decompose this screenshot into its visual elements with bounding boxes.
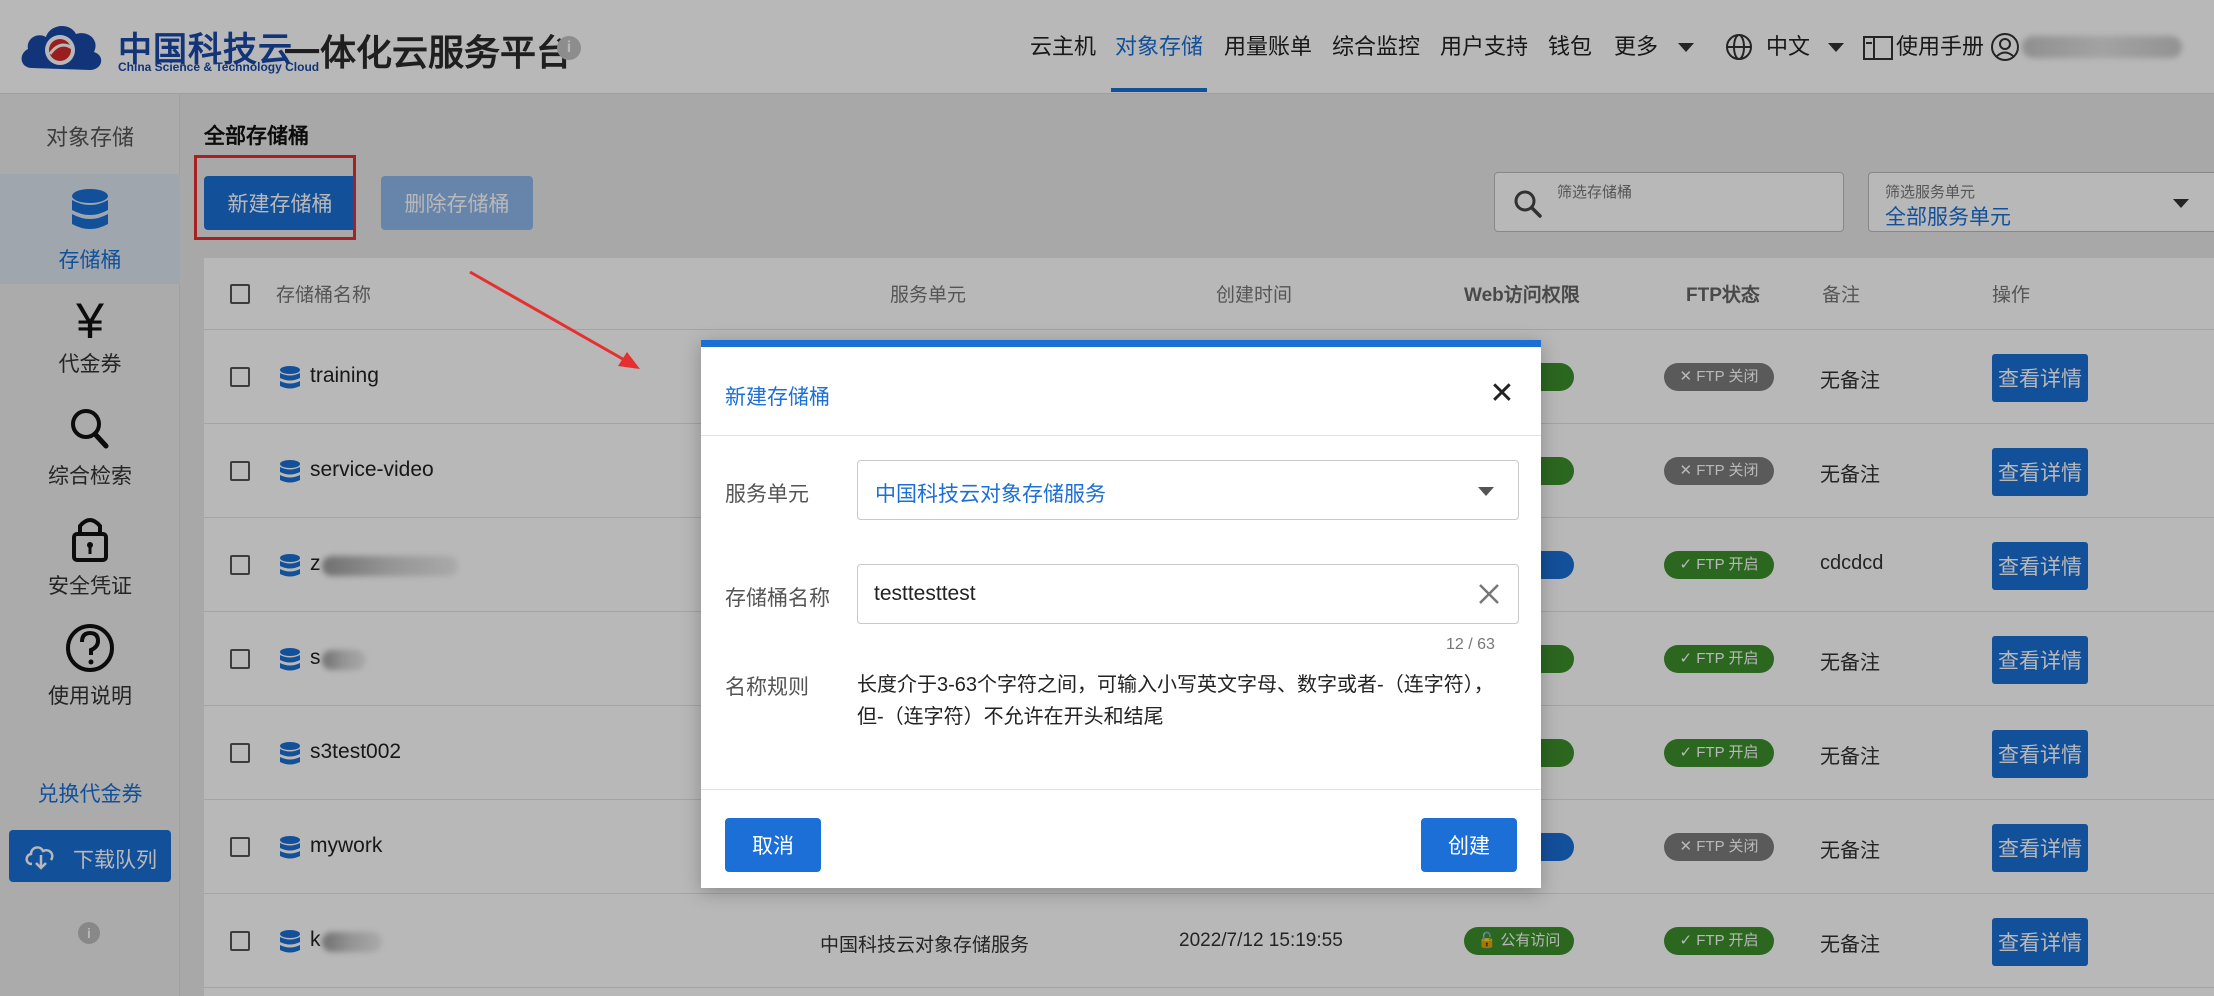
divider	[701, 435, 1541, 436]
create-button[interactable]: 创建	[1421, 818, 1517, 872]
service-unit-value: 中国科技云对象存储服务	[875, 483, 1106, 506]
divider	[701, 789, 1541, 790]
chevron-down-icon	[1478, 487, 1494, 496]
char-counter: 12 / 63	[1446, 636, 1495, 653]
dialog-title: 新建存储桶	[725, 386, 830, 409]
close-icon[interactable]: ✕	[1485, 377, 1519, 411]
bucket-name-label: 存储桶名称	[725, 587, 830, 610]
bucket-name-field[interactable]	[857, 564, 1519, 624]
clear-icon[interactable]	[1474, 579, 1504, 609]
rule-text: 长度介于3-63个字符之间，可输入小写英文字母、数字或者-（连字符），但-（连字…	[857, 674, 1494, 728]
new-bucket-dialog: 新建存储桶 ✕ 服务单元 中国科技云对象存储服务 存储桶名称 12 / 63 名…	[701, 340, 1541, 888]
service-unit-select[interactable]: 中国科技云对象存储服务	[857, 460, 1519, 520]
service-unit-label: 服务单元	[725, 483, 809, 506]
bucket-name-input[interactable]	[874, 579, 1454, 609]
cancel-button[interactable]: 取消	[725, 818, 821, 872]
rule-label: 名称规则	[725, 676, 809, 699]
